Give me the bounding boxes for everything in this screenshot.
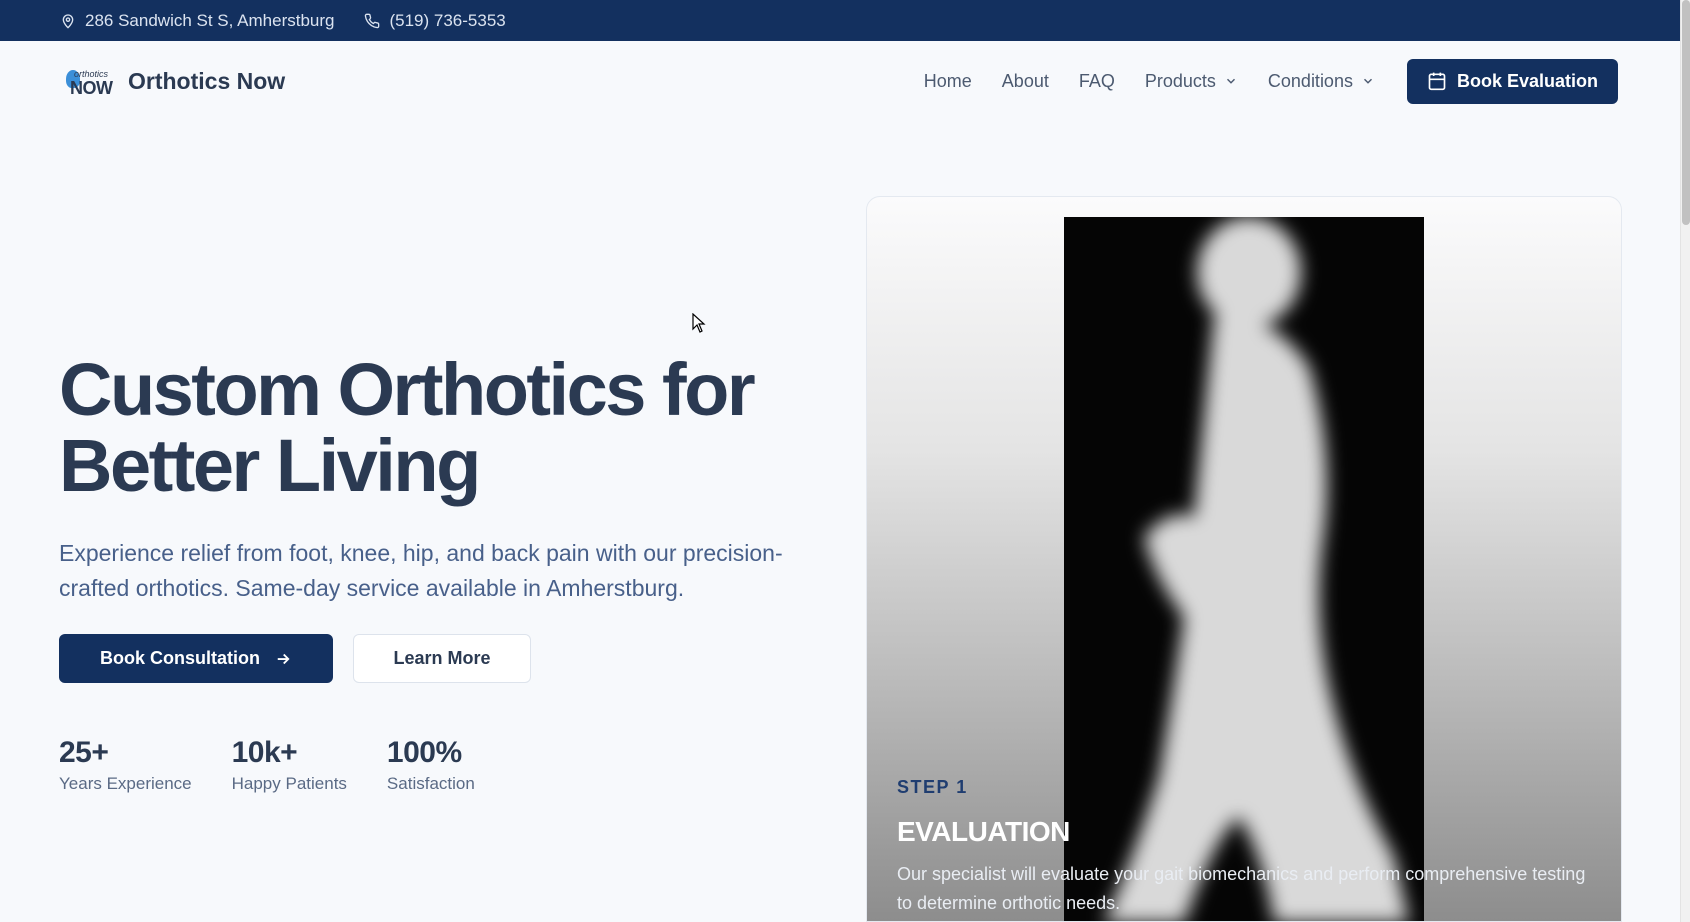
address-info[interactable]: 286 Sandwich St S, Amherstburg xyxy=(60,11,334,31)
logo: orthotics NOW xyxy=(60,61,116,101)
phone-text: (519) 736-5353 xyxy=(389,10,506,30)
nav-links: Home About FAQ Products Conditions Book … xyxy=(894,58,1618,104)
brand[interactable]: orthotics NOW Orthotics Now xyxy=(60,61,285,101)
book-consultation-label: Book Consultation xyxy=(100,648,260,668)
book-consultation-button[interactable]: Book Consultation xyxy=(59,634,333,683)
map-pin-icon xyxy=(62,13,74,29)
nav-products-label: Products xyxy=(1144,70,1216,91)
nav-products[interactable]: Products xyxy=(1145,71,1238,92)
address-text: 286 Sandwich St S, Amherstburg xyxy=(85,10,335,30)
main-navbar: orthotics NOW Orthotics Now Home About F… xyxy=(0,41,1680,121)
learn-more-button[interactable]: Learn More xyxy=(353,634,531,683)
stat-value: 100% xyxy=(386,736,462,769)
arrow-right-icon xyxy=(277,653,290,664)
mouse-cursor-icon xyxy=(692,313,706,333)
nav-about[interactable]: About xyxy=(1002,71,1049,92)
stats-row: 25+ Years Experience 10k+ Happy Patients… xyxy=(59,736,515,794)
stat-label: Satisfaction xyxy=(386,774,475,793)
phone-icon xyxy=(365,13,380,28)
stat-label: Happy Patients xyxy=(231,774,347,793)
chevron-down-icon xyxy=(1226,78,1235,84)
nav-home[interactable]: Home xyxy=(924,71,972,92)
hero-title: Custom Orthotics for Better Living xyxy=(59,348,756,507)
phone-info[interactable]: (519) 736-5353 xyxy=(364,10,506,31)
stat-value: 10k+ xyxy=(231,736,298,769)
page-scrollbar[interactable] xyxy=(1680,0,1690,922)
book-evaluation-label: Book Evaluation xyxy=(1456,70,1598,91)
step-label: STEP 1 xyxy=(897,777,968,797)
brand-name: Orthotics Now xyxy=(128,67,286,94)
card-description: Our specialist will evaluate your gait b… xyxy=(897,864,1586,913)
card-title: EVALUATION xyxy=(897,816,1070,847)
top-info-bar: 286 Sandwich St S, Amherstburg (519) 736… xyxy=(0,0,1690,41)
calendar-icon xyxy=(1428,72,1446,91)
nav-conditions-label: Conditions xyxy=(1267,70,1353,91)
stat-value: 25+ xyxy=(59,736,109,769)
nav-conditions[interactable]: Conditions xyxy=(1268,71,1375,92)
stat-patients: 10k+ Happy Patients xyxy=(232,736,347,794)
stat-satisfaction: 100% Satisfaction xyxy=(387,736,475,794)
stat-label: Years Experience xyxy=(59,774,192,793)
nav-faq[interactable]: FAQ xyxy=(1079,71,1115,92)
stat-years: 25+ Years Experience xyxy=(59,736,192,794)
logo-now-text: NOW xyxy=(70,78,113,98)
chevron-down-icon xyxy=(1363,78,1372,84)
scrollbar-thumb[interactable] xyxy=(1682,0,1690,225)
book-evaluation-button[interactable]: Book Evaluation xyxy=(1406,58,1618,104)
step-card: STEP 1 EVALUATION Our specialist will ev… xyxy=(866,196,1622,922)
card-text: STEP 1 EVALUATION Our specialist will ev… xyxy=(897,777,1597,918)
hero-description: Experience relief from foot, knee, hip, … xyxy=(59,540,783,601)
